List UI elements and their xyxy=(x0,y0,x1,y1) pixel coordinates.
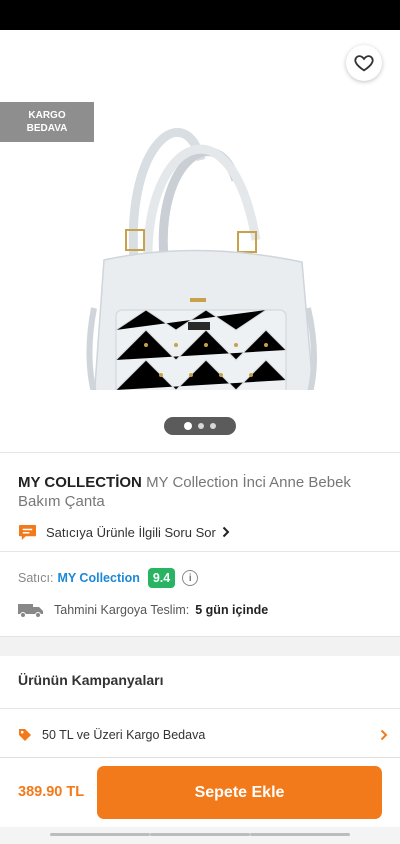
section-separator xyxy=(0,636,400,656)
seller-label: Satıcı: xyxy=(18,571,54,585)
nav-back-button[interactable] xyxy=(250,833,350,836)
tag-icon xyxy=(19,729,31,741)
info-icon[interactable]: i xyxy=(182,570,199,586)
product-image-gallery[interactable]: KARGO BEDAVA xyxy=(0,30,400,452)
divider xyxy=(0,452,400,453)
system-nav-bar xyxy=(0,827,400,844)
status-bar xyxy=(0,0,400,30)
shipping-label: Tahmini Kargoya Teslim: xyxy=(54,603,190,617)
chevron-right-icon xyxy=(222,526,230,538)
divider xyxy=(0,551,400,552)
ask-seller-label: Satıcıya Ürünle İlgili Soru Sor xyxy=(46,524,216,540)
campaign-item[interactable]: 50 TL ve Üzeri Kargo Bedava xyxy=(18,725,388,745)
chevron-right-icon xyxy=(380,729,388,741)
add-to-cart-button[interactable]: Sepete Ekle xyxy=(97,766,382,819)
bottom-bar: 389.90 TL Sepete Ekle xyxy=(0,757,400,827)
pager-dot-1[interactable] xyxy=(184,422,192,430)
seller-name-link[interactable]: MY Collection xyxy=(57,571,139,585)
price: 389.90 TL xyxy=(18,784,85,800)
image-pager[interactable] xyxy=(164,417,236,435)
share-button[interactable] xyxy=(290,48,324,82)
chat-bubble-icon xyxy=(19,524,36,540)
nav-home-button[interactable] xyxy=(150,833,250,836)
back-button[interactable] xyxy=(14,48,48,82)
product-brand: MY COLLECTİON xyxy=(18,474,142,491)
campaign-label: 50 TL ve Üzeri Kargo Bedava xyxy=(42,728,206,742)
arrow-left-icon xyxy=(22,57,40,73)
heart-icon xyxy=(354,55,374,72)
divider xyxy=(0,708,400,709)
pager-dot-2[interactable] xyxy=(198,423,204,429)
nav-recent-button[interactable] xyxy=(50,833,150,836)
campaigns-title: Ürünün Kampanyaları xyxy=(18,672,164,688)
shipping-value: 5 gün içinde xyxy=(195,603,269,617)
seller-score-badge: 9.4 xyxy=(147,568,176,588)
product-image xyxy=(86,128,317,390)
favorite-button[interactable] xyxy=(346,45,382,81)
truck-icon xyxy=(18,604,43,618)
pager-dot-3[interactable] xyxy=(210,423,216,429)
shipping-estimate: Tahmini Kargoya Teslim: 5 gün içinde xyxy=(18,600,268,620)
seller-info: Satıcı: MY Collection 9.4 i xyxy=(18,567,199,589)
share-icon xyxy=(298,55,316,75)
product-title: MY COLLECTİON MY Collection İnci Anne Be… xyxy=(18,473,383,511)
ask-seller-link[interactable]: Satıcıya Ürünle İlgili Soru Sor xyxy=(18,523,230,541)
